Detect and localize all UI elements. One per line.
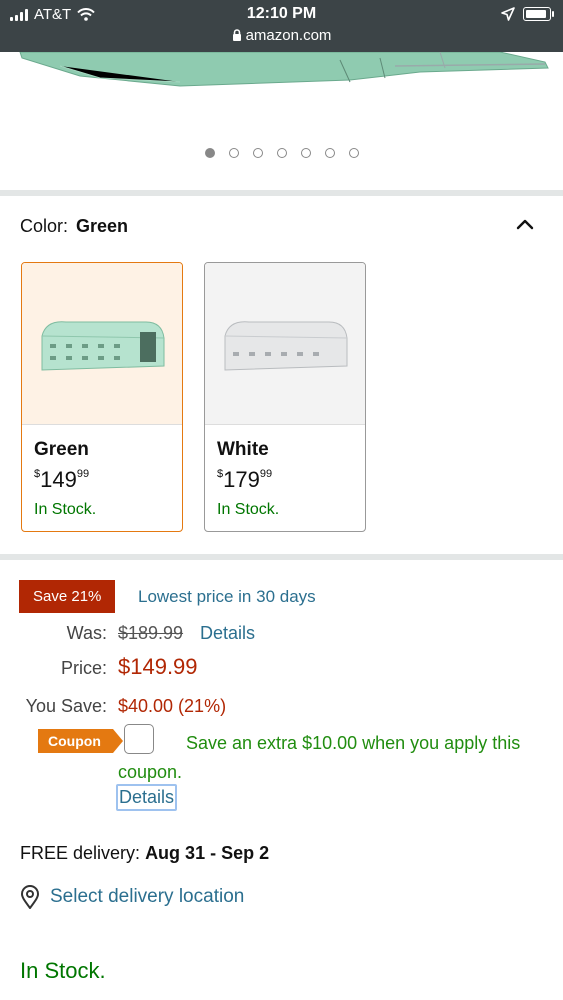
color-selector-header: Color: Green xyxy=(20,216,128,237)
select-delivery-location[interactable]: Select delivery location xyxy=(20,885,244,909)
delivery-info: FREE delivery: Aug 31 - Sep 2 xyxy=(20,843,269,864)
status-bar: AT&T 12:10 PM amazon.com xyxy=(0,0,563,52)
carousel-dot[interactable] xyxy=(228,148,239,158)
current-price: $149.99 xyxy=(118,654,198,679)
you-save-label: You Save: xyxy=(25,696,107,716)
was-price: $189.99 xyxy=(118,623,184,643)
lock-icon xyxy=(232,29,241,41)
delivery-dates: Aug 31 - Sep 2 xyxy=(145,843,270,863)
price-label: Price: xyxy=(60,658,107,678)
coupon-text: Save an extra $10.00 when you apply this… xyxy=(118,733,521,782)
savings-badge: Save 21% xyxy=(19,580,116,613)
carousel-dot[interactable] xyxy=(300,148,311,158)
chevron-up-icon[interactable] xyxy=(515,214,535,234)
availability-status: In Stock. xyxy=(20,958,106,983)
white-greenhouse-image xyxy=(205,263,365,424)
carousel-dots xyxy=(0,148,563,158)
carousel-dot[interactable] xyxy=(324,148,335,158)
section-divider xyxy=(0,554,563,560)
location-arrow-icon xyxy=(501,7,515,21)
option-availability: In Stock. xyxy=(34,501,97,518)
address-bar[interactable]: amazon.com xyxy=(0,27,563,44)
color-option-green[interactable]: Green $14999 In Stock. xyxy=(21,262,183,532)
carousel-dot[interactable] xyxy=(252,148,263,158)
coupon-tag: Coupon xyxy=(38,729,123,753)
status-icons xyxy=(501,7,554,21)
option-availability: In Stock. xyxy=(217,501,280,518)
price-details-link[interactable]: Details xyxy=(200,623,255,644)
option-name: Green xyxy=(34,439,89,460)
product-image xyxy=(19,52,549,87)
section-divider xyxy=(0,190,563,196)
carousel-dot[interactable] xyxy=(348,148,359,158)
option-name: White xyxy=(217,439,269,460)
clock: 12:10 PM xyxy=(246,5,317,22)
option-price: $14999 xyxy=(34,467,90,492)
lowest-price-note: Lowest price in 30 days xyxy=(138,587,316,606)
location-pin-icon xyxy=(20,885,40,909)
product-image-carousel[interactable] xyxy=(0,52,563,192)
color-label: Color: xyxy=(20,216,69,236)
green-greenhouse-image xyxy=(22,263,182,424)
carousel-dot[interactable] xyxy=(204,148,215,158)
coupon-details-link[interactable]: Details xyxy=(116,784,178,811)
was-label: Was: xyxy=(66,623,107,643)
url-text: amazon.com xyxy=(245,27,332,44)
select-location-label: Select delivery location xyxy=(50,886,245,907)
selected-color: Green xyxy=(76,216,129,236)
coupon-checkbox[interactable] xyxy=(124,724,154,754)
carousel-dot[interactable] xyxy=(276,148,287,158)
delivery-prefix: FREE delivery: xyxy=(20,843,141,863)
battery-icon xyxy=(523,7,554,21)
you-save-value: $40.00 (21%) xyxy=(118,696,227,716)
color-option-white[interactable]: White $17999 In Stock. xyxy=(204,262,366,532)
option-price: $17999 xyxy=(217,467,273,492)
